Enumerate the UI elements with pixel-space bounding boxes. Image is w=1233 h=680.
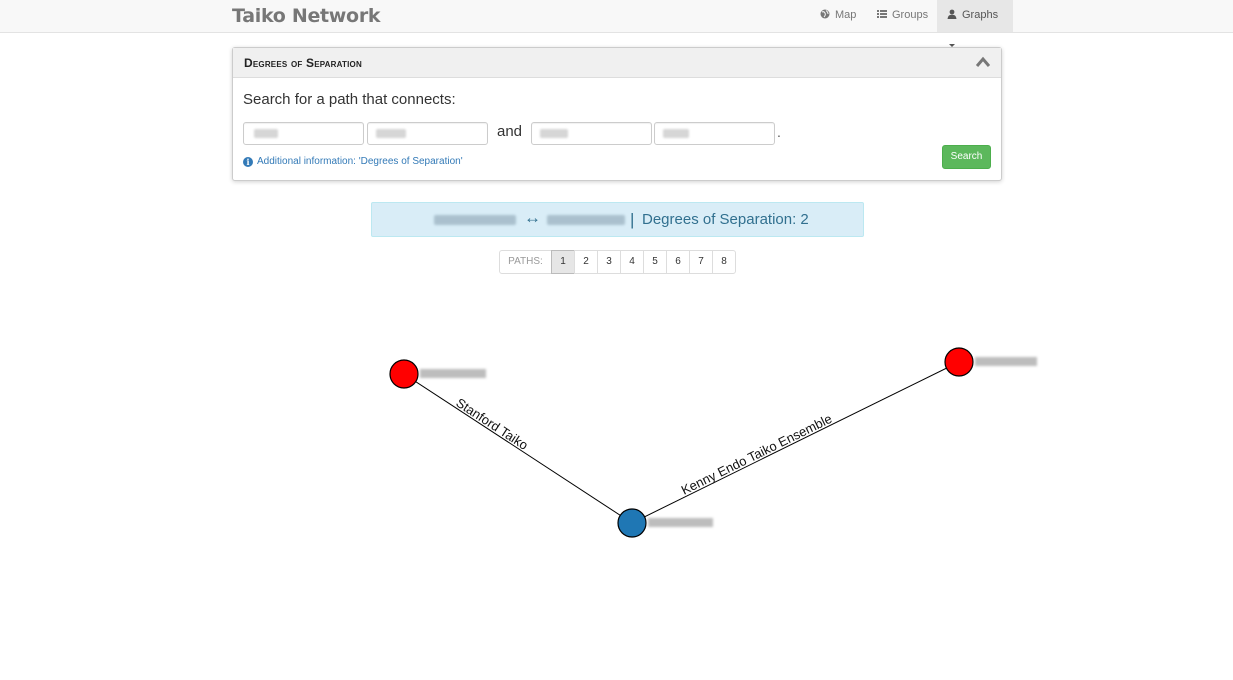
- blurred-node-label: [975, 357, 1037, 366]
- path-graph: Stanford Taiko Kenny Endo Taiko Ensemble: [389, 347, 1037, 538]
- graph-node[interactable]: [944, 347, 974, 377]
- graph-node[interactable]: [617, 508, 647, 538]
- blurred-node-label: [648, 518, 713, 527]
- graph-node[interactable]: [389, 359, 419, 389]
- edge-label-stanford: Stanford Taiko: [453, 395, 531, 453]
- blurred-node-label: [420, 369, 486, 378]
- edge-label-kenny-endo: Kenny Endo Taiko Ensemble: [679, 411, 835, 498]
